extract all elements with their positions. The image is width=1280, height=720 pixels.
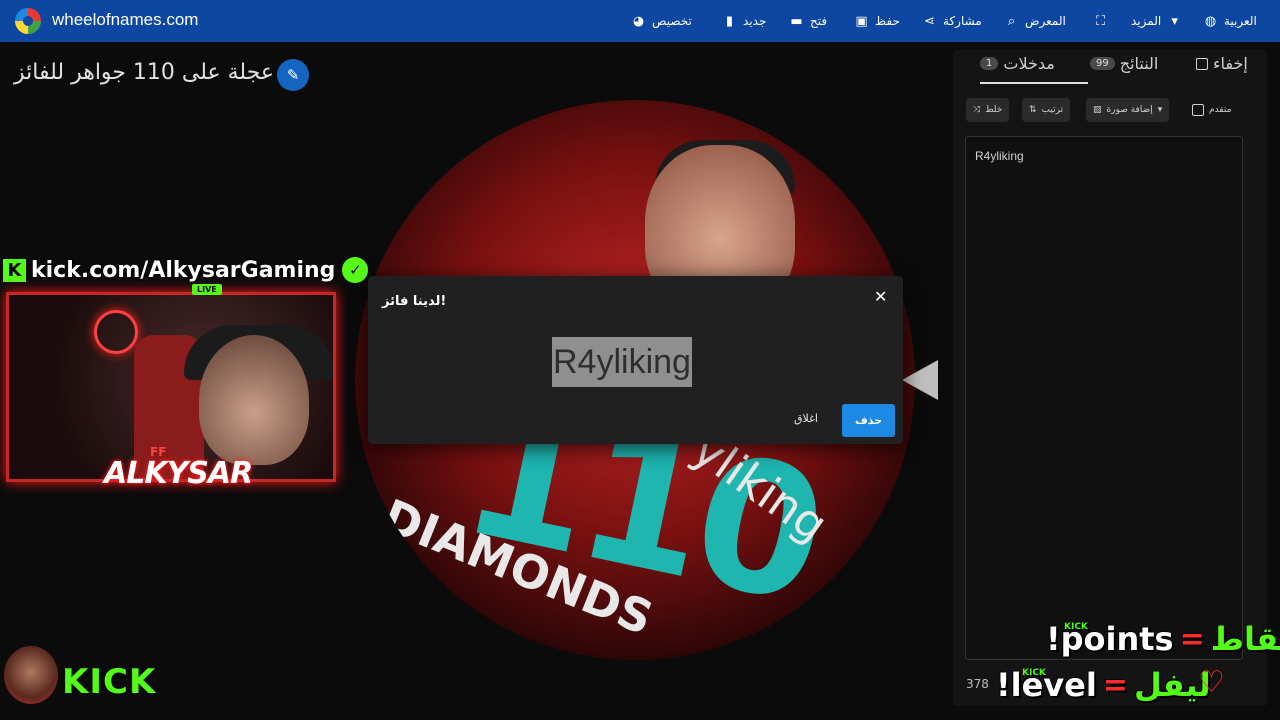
- neon-sign: [94, 310, 138, 354]
- sort-button[interactable]: ⇅ ترتيب: [1022, 98, 1071, 122]
- fullscreen-button[interactable]: ⛶: [1093, 0, 1108, 42]
- tab-results-label: النتائج: [1119, 54, 1159, 73]
- menu-more-label: المزيد: [1131, 14, 1162, 28]
- entries-footer-count: 378: [966, 677, 989, 691]
- verified-check-icon: ✓: [342, 257, 369, 283]
- shuffle-label: خلط: [985, 105, 1003, 115]
- palette-icon: ◕: [632, 13, 645, 29]
- wheel-pointer: [902, 360, 938, 400]
- results-count-badge: 99: [1090, 57, 1115, 70]
- tab-results[interactable]: 99 النتائج: [1090, 54, 1158, 73]
- entries-count-badge: 1: [980, 57, 999, 70]
- dialog-close-button[interactable]: اغلاق: [794, 412, 818, 425]
- points-command-overlay: KICK !points = نقاط: [1046, 620, 1280, 658]
- menu-customize-label: تخصيص: [652, 14, 692, 28]
- hide-checkbox[interactable]: [1196, 57, 1208, 70]
- dialog-title: لدينا فائز!: [382, 294, 447, 309]
- chevron-down-icon: ▾: [1171, 13, 1178, 29]
- menu-customize[interactable]: ◕ تخصيص: [631, 0, 692, 42]
- close-icon[interactable]: ✕: [874, 287, 887, 306]
- menu-gallery[interactable]: ⌕ المعرض: [1004, 0, 1066, 42]
- webcam-overlay: [6, 292, 336, 482]
- pencil-icon: ✎: [286, 66, 300, 84]
- sort-label: ترتيب: [1041, 105, 1064, 115]
- wheel-title: عجلة على 110 جواهر للفائز: [14, 60, 275, 85]
- save-icon: ▣: [855, 13, 868, 29]
- kick-channel-banner: K kick.com/AlkysarGaming ✓: [3, 256, 369, 284]
- search-icon: ⌕: [1007, 13, 1016, 29]
- menu-save[interactable]: ▣ حفظ: [854, 0, 900, 42]
- menu-language-label: العربية: [1224, 14, 1257, 28]
- tab-entries-label: مدخلات: [1003, 54, 1055, 73]
- add-image-label: إضافة صورة: [1106, 105, 1153, 115]
- menu-share[interactable]: ⋖ مشاركة: [922, 0, 982, 42]
- kick-small-label: KICK: [1022, 668, 1046, 678]
- points-arabic: نقاط: [1210, 620, 1280, 658]
- site-name[interactable]: wheelofnames.com: [52, 10, 198, 30]
- winner-name: R4yliking: [552, 337, 692, 387]
- fullscreen-icon: ⛶: [1095, 13, 1106, 29]
- shuffle-button[interactable]: ⤨ خلط: [966, 98, 1010, 122]
- advanced-label: متقدم: [1209, 105, 1232, 115]
- file-icon: ▮: [725, 13, 734, 29]
- chevron-down-icon: ▾: [1157, 105, 1163, 115]
- top-navigation-bar: wheelofnames.com ◕ تخصيص ▮ جديد ▬ فتح ▣ …: [0, 0, 1280, 42]
- level-command-overlay: KICK !level = ليفل: [996, 666, 1211, 704]
- menu-new-label: جديد: [743, 14, 767, 28]
- entry-item: R4yliking: [975, 149, 1024, 163]
- streamer-name-logo: ALKYSAR: [104, 456, 253, 491]
- kick-url-text: kick.com/AlkysarGaming: [31, 257, 336, 283]
- folder-icon: ▬: [790, 13, 803, 29]
- menu-share-label: مشاركة: [943, 14, 982, 28]
- edit-title-button[interactable]: ✎: [277, 59, 309, 91]
- advanced-toggle[interactable]: متقدم: [1185, 98, 1238, 122]
- tab-entries[interactable]: 1 مدخلات: [980, 54, 1055, 73]
- globe-icon: ◍: [1204, 13, 1217, 29]
- share-icon: ⋖: [924, 13, 935, 29]
- entries-panel: 1 مدخلات 99 النتائج إخفاء ⤨ خلط ⇅ ترتيب …: [953, 50, 1267, 706]
- add-image-button[interactable]: ▨ إضافة صورة ▾: [1086, 98, 1170, 122]
- advanced-checkbox[interactable]: [1192, 104, 1204, 116]
- menu-open-label: فتح: [810, 14, 828, 28]
- hide-label: إخفاء: [1213, 54, 1248, 73]
- dialog-remove-button[interactable]: حذف: [842, 404, 895, 437]
- wheel-logo-icon[interactable]: [12, 5, 44, 37]
- menu-language[interactable]: ◍ العربية: [1203, 0, 1257, 42]
- menu-open[interactable]: ▬ فتح: [789, 0, 827, 42]
- equals-sign: =: [1179, 621, 1205, 657]
- shuffle-icon: ⤨: [973, 105, 981, 115]
- winner-dialog: لدينا فائز! ✕ R4yliking اغلاق حذف: [368, 276, 903, 444]
- menu-save-label: حفظ: [875, 14, 900, 28]
- live-badge: LIVE: [192, 284, 222, 295]
- kick-k-icon: K: [3, 258, 26, 282]
- level-command: !level: [996, 666, 1097, 704]
- kick-brand-logo: KICK: [62, 662, 157, 702]
- menu-more[interactable]: المزيد ▾: [1131, 0, 1182, 42]
- active-tab-indicator: [980, 82, 1088, 84]
- image-icon: ▨: [1093, 105, 1102, 115]
- kick-small-label: KICK: [1064, 622, 1088, 632]
- hide-toggle[interactable]: إخفاء: [1196, 54, 1248, 73]
- streamer-face: [199, 335, 309, 465]
- menu-new[interactable]: ▮ جديد: [722, 0, 766, 42]
- sort-icon: ⇅: [1029, 105, 1037, 115]
- menu-gallery-label: المعرض: [1025, 14, 1066, 28]
- equals-sign: =: [1102, 667, 1128, 703]
- streamer-avatar: [4, 646, 58, 704]
- entries-textarea[interactable]: R4yliking: [965, 136, 1243, 660]
- heart-icon: ♡: [1198, 665, 1225, 700]
